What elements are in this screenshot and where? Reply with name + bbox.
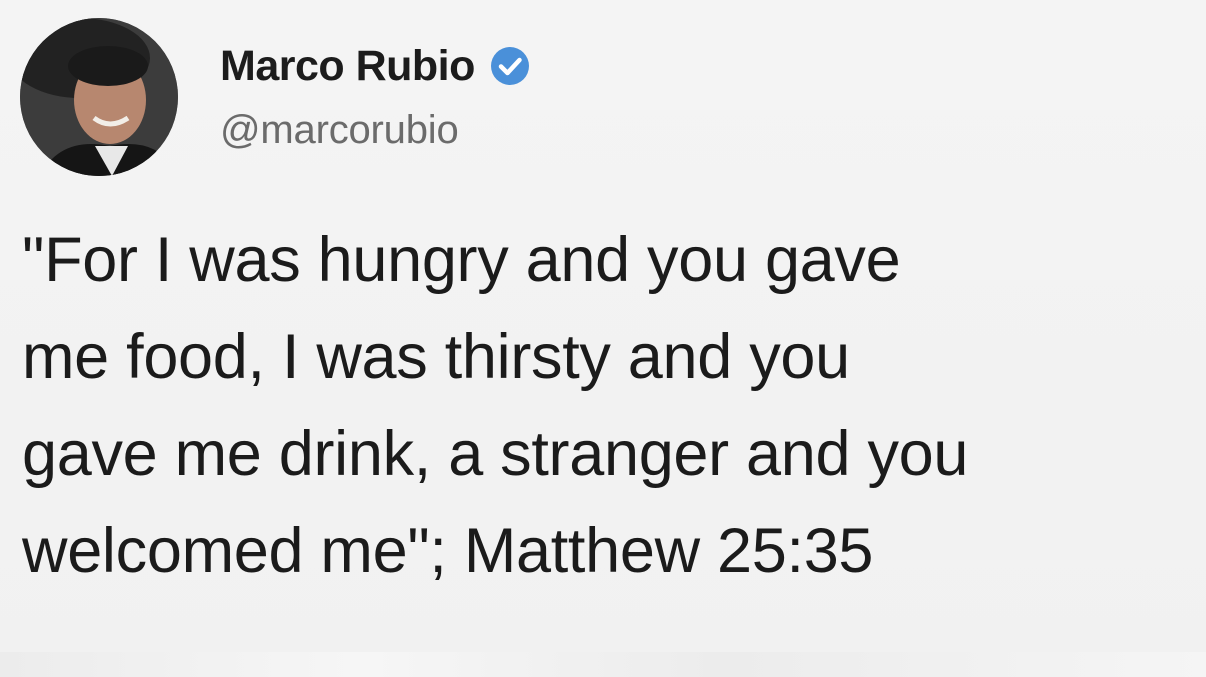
tweet-text: "For I was hungry and you gave me food, I… [22,212,1192,600]
tweet-line: "For I was hungry and you gave [22,225,901,295]
verified-badge-icon [489,45,531,87]
tweet-card: Marco Rubio @marcorubio "For I was hungr… [0,0,1206,677]
avatar[interactable] [20,18,178,176]
author-block: Marco Rubio @marcorubio [220,40,531,153]
display-name[interactable]: Marco Rubio [220,42,475,91]
profile-photo-icon [20,18,178,176]
user-handle[interactable]: @marcorubio [220,108,531,153]
tweet-line: me food, I was thirsty and you [22,322,850,392]
name-row: Marco Rubio [220,40,531,92]
tweet-line: gave me drink, a stranger and you [22,419,969,489]
tweet-line: welcomed me"; Matthew 25:35 [22,516,874,586]
bottom-divider [0,652,1206,677]
